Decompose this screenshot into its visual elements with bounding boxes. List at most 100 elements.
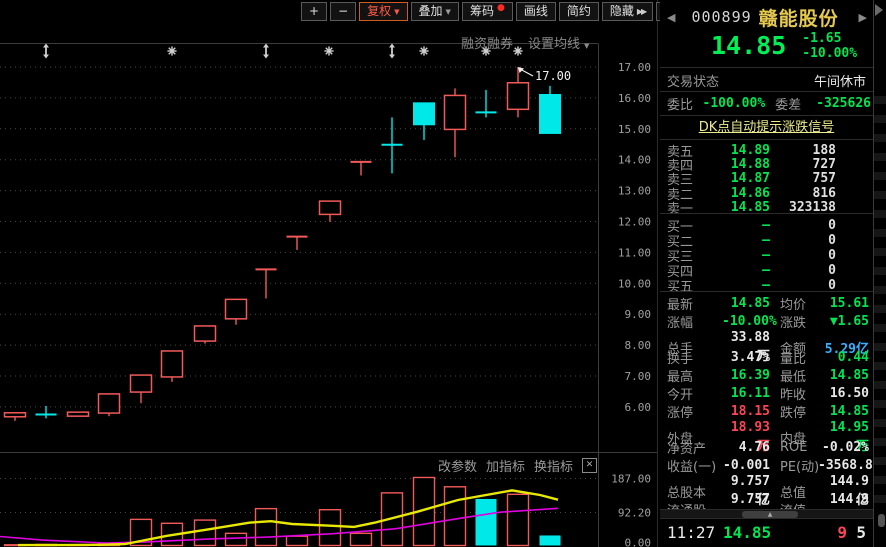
ask-volume: 323138 bbox=[770, 200, 836, 214]
price-axis-label: 13.00 bbox=[618, 185, 651, 198]
chevron-down-icon: ▼ bbox=[446, 4, 451, 21]
splitter-handle[interactable]: ▲ bbox=[742, 511, 798, 518]
stat-value: -0.001 bbox=[722, 458, 770, 473]
star-signal-icon bbox=[419, 46, 428, 55]
toolbar-button-zoom-in[interactable]: + bbox=[301, 2, 327, 21]
stat-value: ▼1.65 bbox=[818, 314, 869, 329]
stat-value: 144.9亿 bbox=[818, 492, 869, 510]
stats-grid: 最新14.85均价15.61涨幅-10.00%涨跌▼1.65总手33.88万金额… bbox=[660, 292, 873, 510]
stat-row: 收益(一)-0.001PE(动)-3568.80 bbox=[660, 456, 873, 474]
updown-signal-icon bbox=[389, 44, 395, 59]
updown-signal-icon bbox=[263, 44, 269, 59]
candle bbox=[351, 162, 372, 176]
star-signal-icon bbox=[167, 46, 176, 55]
scrollbar-thumb[interactable] bbox=[878, 514, 885, 527]
candle bbox=[256, 269, 277, 298]
stat-value: 3.47% bbox=[722, 350, 770, 365]
star-signal-icon bbox=[513, 46, 522, 55]
toolbar-button-simple-mode[interactable]: 简约 bbox=[559, 2, 599, 21]
toolbar-button-adjust-price[interactable]: 复权▼ bbox=[359, 2, 407, 21]
volume-bars bbox=[5, 477, 561, 545]
toolbar-button-hide[interactable]: 隐藏▶▶ bbox=[602, 2, 653, 21]
dk-signal-link[interactable]: DK点自动提示涨跌信号 bbox=[699, 120, 835, 135]
stat-value: 14.85 bbox=[818, 404, 869, 419]
bid-row[interactable]: 买一—0 bbox=[660, 216, 873, 230]
stat-value: -3568.80 bbox=[818, 458, 873, 473]
stat-value: 16.50 bbox=[818, 386, 869, 401]
quote-panel: ◀ 000899 赣能股份 ▶ 14.85 -1.65-10.00% 交易状态 … bbox=[660, 0, 874, 547]
stat-value: -10.00% bbox=[722, 314, 770, 329]
price-annotation: 17.00 bbox=[518, 67, 571, 83]
toolbar-button-overlay[interactable]: 叠加▼ bbox=[411, 2, 459, 21]
volume-axis-label: 0.00 bbox=[625, 537, 652, 547]
stat-row: 换手3.47%量比0.44 bbox=[660, 348, 873, 366]
price-axis-label: 14.00 bbox=[618, 154, 651, 167]
stat-value: 4.76 bbox=[722, 440, 770, 455]
double-arrow-icon: ▶▶ bbox=[637, 3, 645, 20]
dk-signal-row: DK点自动提示涨跌信号 bbox=[660, 116, 873, 140]
stat-row: 净资产4.76ROE-0.02% bbox=[660, 438, 873, 456]
indicator-button-1[interactable]: 加指标 bbox=[486, 456, 525, 475]
volume-axis-label: 92.20 bbox=[618, 506, 651, 519]
ask-orders: 卖五14.89188卖四14.88727卖三14.87757卖二14.86816… bbox=[660, 140, 873, 214]
stat-value: 16.39 bbox=[722, 368, 770, 383]
ask-row[interactable]: 卖三14.87757 bbox=[660, 169, 873, 183]
toolbar-button-chips[interactable]: 筹码● bbox=[462, 2, 513, 21]
status-value: 午间休市 bbox=[814, 71, 866, 90]
price-axis-label: 16.00 bbox=[618, 92, 651, 105]
bid-orders: 买一—0买二—0买三—0买四—0买五—0 bbox=[660, 214, 873, 292]
stat-row: 涨幅-10.00%涨跌▼1.65 bbox=[660, 312, 873, 330]
prev-stock-arrow[interactable]: ◀ bbox=[665, 11, 677, 24]
candle bbox=[162, 351, 183, 382]
stat-value: 16.11 bbox=[722, 386, 770, 401]
price-axis-label: 15.00 bbox=[618, 123, 651, 136]
candle bbox=[414, 103, 435, 140]
bid-price: — bbox=[701, 278, 770, 293]
indicator-button-0[interactable]: 改参数 bbox=[438, 456, 477, 475]
bid-row[interactable]: 买三—0 bbox=[660, 246, 873, 260]
stat-value: 14.85 bbox=[722, 296, 770, 311]
svg-text:17.00: 17.00 bbox=[535, 69, 571, 83]
candle bbox=[131, 375, 152, 403]
stat-row: 总股本9.757亿总值144.9亿 bbox=[660, 474, 873, 492]
order-imbalance-row: 委比 -100.00% 委差 -325626 bbox=[660, 92, 873, 116]
panel-splitter[interactable]: ▲ bbox=[660, 510, 873, 519]
red-dot-icon: ● bbox=[497, 5, 505, 11]
arrow-right-icon bbox=[875, 4, 883, 16]
candle bbox=[508, 67, 529, 117]
candle bbox=[320, 201, 341, 222]
close-indicator-button[interactable]: ✕ bbox=[582, 458, 597, 473]
ma-settings-button[interactable]: 设置均线▼ bbox=[528, 33, 589, 52]
tick-row: 11:2714.8595 bbox=[660, 520, 873, 544]
volume-ma10-line bbox=[0, 508, 558, 543]
candle bbox=[68, 412, 89, 416]
stat-row: 最新14.85均价15.61 bbox=[660, 294, 873, 312]
updown-signal-icon bbox=[43, 44, 49, 59]
chevron-down-icon: ▼ bbox=[394, 4, 399, 21]
bid-row[interactable]: 买二—0 bbox=[660, 231, 873, 245]
stock-name: 赣能股份 bbox=[759, 4, 857, 31]
ask-row[interactable]: 卖五14.89188 bbox=[660, 141, 873, 155]
stat-value: -0.02% bbox=[818, 440, 869, 455]
price-axis-label: 17.00 bbox=[618, 61, 651, 74]
price-axis-label: 7.00 bbox=[625, 370, 652, 383]
bid-row[interactable]: 买五—0 bbox=[660, 276, 873, 290]
bid-row[interactable]: 买四—0 bbox=[660, 261, 873, 275]
candle bbox=[540, 86, 561, 134]
last-price: 14.85 bbox=[711, 31, 786, 61]
status-label: 交易状态 bbox=[667, 71, 719, 90]
ask-price: 14.85 bbox=[701, 200, 770, 214]
stat-value: 15.61 bbox=[818, 296, 869, 311]
indicator-toolbar: 改参数加指标换指标 ✕ bbox=[438, 456, 597, 475]
ask-row[interactable]: 卖四14.88727 bbox=[660, 155, 873, 169]
toolbar-button-draw-line[interactable]: 画线 bbox=[516, 2, 556, 21]
ask-row[interactable]: 卖一14.85323138 bbox=[660, 198, 873, 212]
indicator-button-2[interactable]: 换指标 bbox=[534, 456, 573, 475]
ask-row[interactable]: 卖二14.86816 bbox=[660, 184, 873, 198]
next-stock-arrow[interactable]: ▶ bbox=[857, 11, 869, 24]
weicha-value: -325626 bbox=[816, 96, 871, 111]
candle bbox=[476, 90, 497, 118]
toolbar-button-zoom-out[interactable]: − bbox=[330, 2, 356, 21]
weibi-value: -100.00% bbox=[699, 96, 765, 111]
quote-header: ◀ 000899 赣能股份 ▶ 14.85 -1.65-10.00% bbox=[660, 0, 873, 68]
